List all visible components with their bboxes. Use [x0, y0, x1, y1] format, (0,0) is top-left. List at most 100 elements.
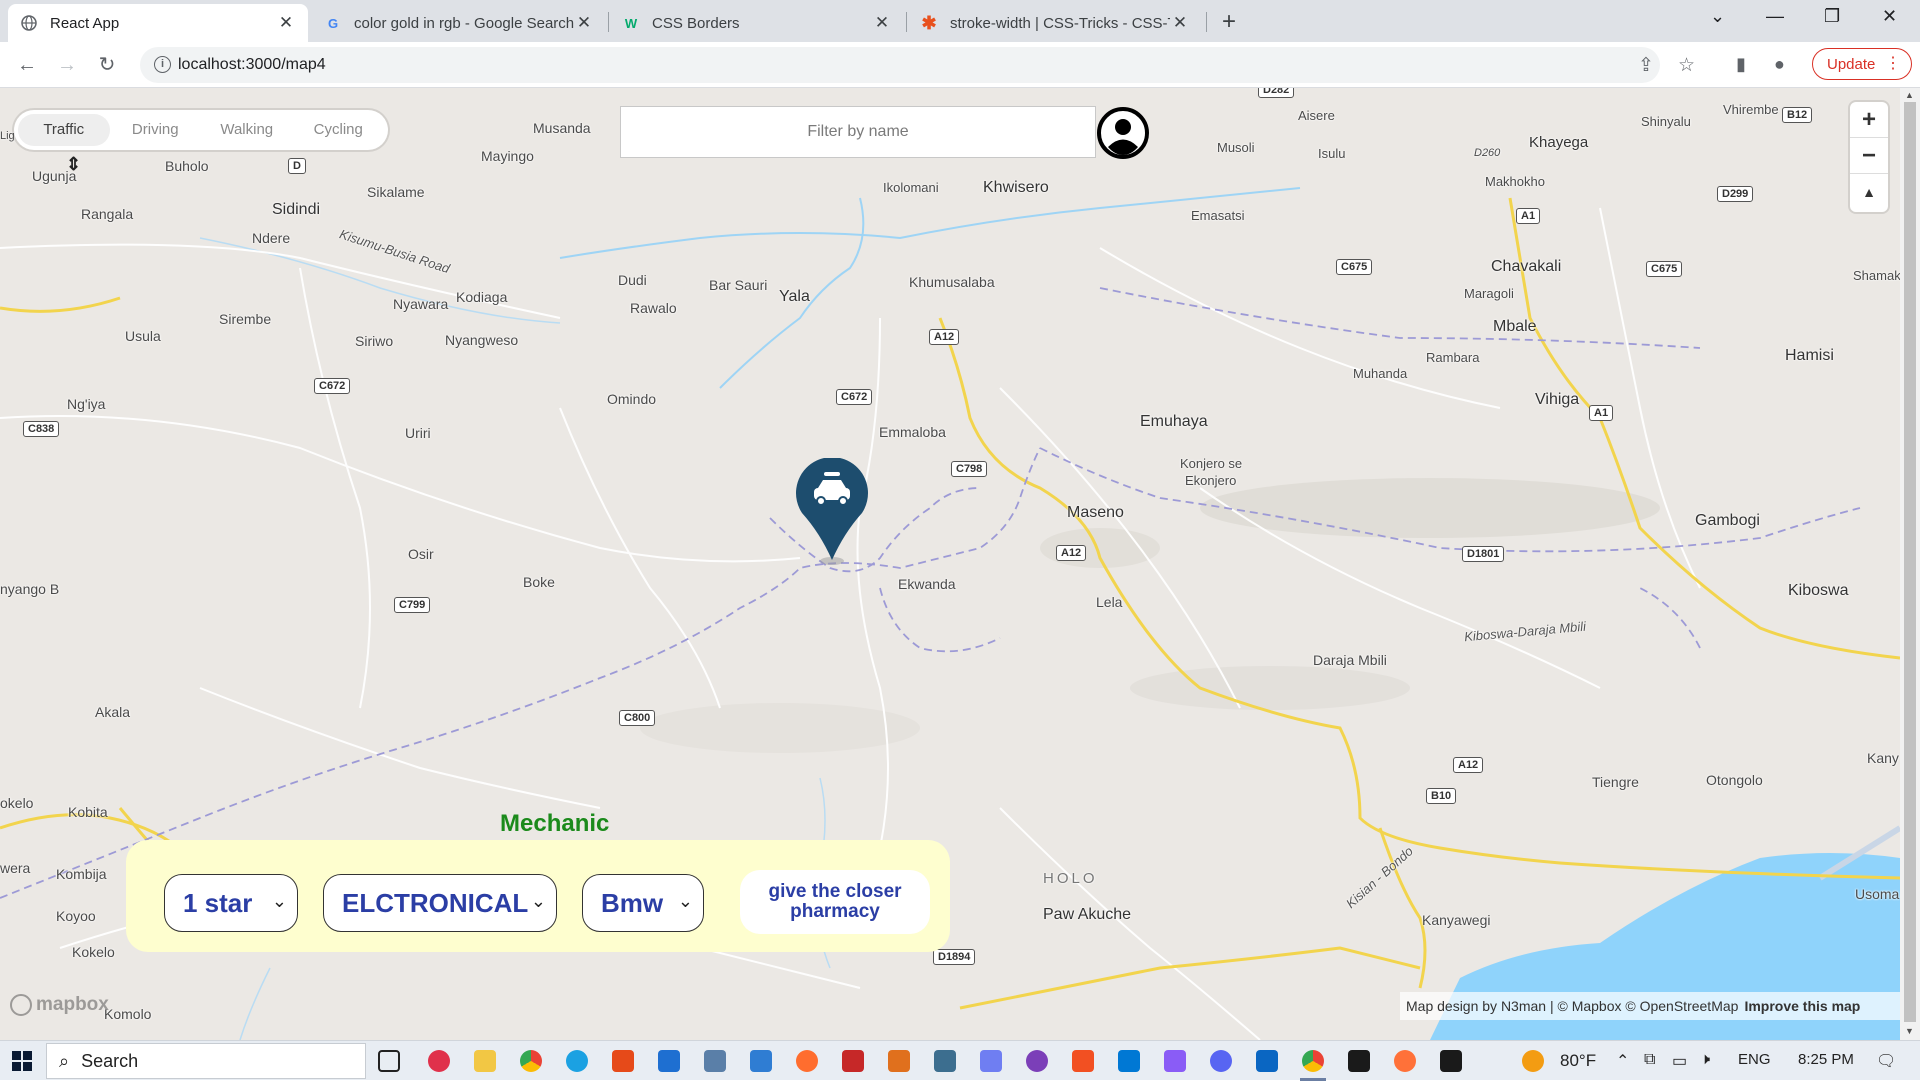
notifications-icon[interactable]: 🗨: [1876, 1051, 1896, 1071]
figma-icon[interactable]: [1348, 1050, 1370, 1072]
w3schools-icon: W: [624, 15, 638, 31]
show-hidden-icons-icon[interactable]: ⌃: [1616, 1051, 1629, 1071]
road-shield: D299: [1717, 186, 1754, 202]
mail-icon[interactable]: [658, 1050, 680, 1072]
close-tab-icon[interactable]: ✕: [872, 13, 892, 33]
postman-icon[interactable]: [796, 1050, 818, 1072]
app-icon[interactable]: [1026, 1050, 1048, 1072]
close-window-icon[interactable]: ✕: [1882, 6, 1897, 27]
volume-muted-icon[interactable]: 🕨: [1700, 1051, 1710, 1069]
share-icon[interactable]: ⇪: [1638, 54, 1654, 77]
filter-by-name-input[interactable]: [620, 106, 1096, 158]
vscode-icon[interactable]: [1118, 1050, 1140, 1072]
network-icon[interactable]: ⧉: [1644, 1051, 1655, 1069]
scroll-up-icon[interactable]: ▲: [1905, 90, 1914, 100]
app-icon[interactable]: [428, 1050, 450, 1072]
map-label: Siriwo: [355, 333, 394, 349]
category-select[interactable]: ELCTRONICAL ⌄: [323, 874, 557, 932]
mapbox-logo-icon: [10, 994, 32, 1016]
tab-react-app[interactable]: React App ✕: [8, 4, 308, 42]
panel-title: Mechanic: [500, 810, 610, 837]
side-panel-icon[interactable]: ▮: [1736, 54, 1746, 75]
rating-select[interactable]: 1 star ⌄: [164, 874, 298, 932]
user-account-icon[interactable]: [1096, 106, 1150, 160]
tab-divider: [1206, 12, 1207, 32]
new-tab-icon[interactable]: +: [1222, 8, 1236, 36]
rating-value: 1 star: [183, 887, 253, 918]
close-tab-icon[interactable]: ✕: [574, 13, 594, 33]
temperature[interactable]: 80°F: [1560, 1051, 1596, 1071]
battery-icon[interactable]: ▭: [1672, 1051, 1687, 1071]
language-indicator[interactable]: ENG: [1738, 1051, 1771, 1068]
scroll-down-icon[interactable]: ▼: [1905, 1026, 1914, 1036]
mechanic-map-pin-icon[interactable]: [790, 458, 874, 568]
tab-google-search[interactable]: G color gold in rgb - Google Search ✕: [312, 4, 606, 42]
mode-cycling[interactable]: Cycling: [293, 114, 385, 146]
road-shield: A1: [1589, 405, 1614, 421]
map-label: Khwisero: [983, 179, 1049, 196]
clock[interactable]: 8:25 PM: [1798, 1051, 1854, 1068]
firefox-icon[interactable]: [1394, 1050, 1416, 1072]
weather-icon[interactable]: [1522, 1050, 1544, 1072]
edge-icon[interactable]: [566, 1050, 588, 1072]
map-label: Hamisi: [1785, 347, 1834, 364]
mode-walking[interactable]: Walking: [201, 114, 293, 146]
update-button[interactable]: Update ⋮: [1812, 48, 1912, 80]
app-icon[interactable]: [842, 1050, 864, 1072]
reload-icon[interactable]: ↻: [92, 50, 122, 80]
windows-start-icon[interactable]: [12, 1051, 32, 1071]
discord-icon[interactable]: [1210, 1050, 1232, 1072]
terminal-icon[interactable]: [1440, 1050, 1462, 1072]
address-bar[interactable]: i localhost:3000/map4 ⇪ ☆: [140, 47, 1695, 83]
app-icon[interactable]: [1164, 1050, 1186, 1072]
brand-select[interactable]: Bmw ⌄: [582, 874, 704, 932]
chrome-icon[interactable]: [1302, 1050, 1324, 1072]
closer-pharmacy-button[interactable]: give the closer pharmacy: [740, 870, 930, 934]
menu-dots-icon[interactable]: ⋮: [1885, 53, 1901, 73]
photos-icon[interactable]: [704, 1050, 726, 1072]
close-tab-icon[interactable]: ✕: [276, 13, 296, 33]
file-explorer-icon[interactable]: [474, 1050, 496, 1072]
app-icon[interactable]: [1256, 1050, 1278, 1072]
map-label: Rangala: [81, 206, 134, 222]
map-label: Usoma: [1855, 886, 1900, 902]
chrome-icon[interactable]: [520, 1050, 542, 1072]
app-icon[interactable]: [1072, 1050, 1094, 1072]
resize-vertical-icon[interactable]: ⇕: [66, 154, 81, 175]
page-scrollbar[interactable]: ▲ ▼: [1900, 88, 1920, 1040]
restore-icon[interactable]: ❐: [1824, 6, 1840, 27]
site-info-icon[interactable]: i: [154, 56, 171, 73]
compass-icon[interactable]: ▲: [1850, 174, 1888, 210]
back-icon[interactable]: ←: [12, 50, 42, 80]
minimize-icon[interactable]: —: [1766, 6, 1784, 27]
mapbox-logo[interactable]: mapbox: [10, 994, 109, 1016]
tab-title: React App: [50, 14, 120, 32]
sublime-icon[interactable]: [888, 1050, 910, 1072]
forward-icon[interactable]: →: [52, 50, 82, 80]
map-viewport[interactable]: Musanda Mayingo Buholo Ugunja Sidindi Si…: [0, 88, 1900, 1040]
zoom-out-icon[interactable]: −: [1850, 138, 1888, 174]
bookmark-star-icon[interactable]: ☆: [1678, 54, 1695, 77]
attribution-text[interactable]: Map design by N3man | © Mapbox © OpenStr…: [1406, 998, 1738, 1014]
improve-map-link[interactable]: Improve this map: [1744, 998, 1860, 1014]
taskbar-search[interactable]: ⌕ Search: [46, 1043, 366, 1079]
tab-css-borders[interactable]: W CSS Borders ✕: [610, 4, 904, 42]
map-label: Kombija: [56, 866, 107, 882]
scrollbar-thumb[interactable]: [1904, 102, 1916, 1022]
app-icon[interactable]: [934, 1050, 956, 1072]
close-tab-icon[interactable]: ✕: [1170, 13, 1190, 33]
task-view-icon[interactable]: [378, 1050, 400, 1072]
mode-driving[interactable]: Driving: [110, 114, 202, 146]
zoom-in-icon[interactable]: +: [1850, 102, 1888, 138]
map-label: Kobita: [68, 804, 108, 820]
tab-stroke-width[interactable]: ✱ stroke-width | CSS-Tricks - CSS-Tricks…: [908, 4, 1202, 42]
app-icon[interactable]: [980, 1050, 1002, 1072]
profile-icon[interactable]: ●: [1774, 54, 1785, 75]
map-label: Maseno: [1067, 504, 1124, 521]
url-text[interactable]: localhost:3000/map4: [178, 56, 326, 74]
mode-traffic[interactable]: Traffic: [18, 114, 110, 146]
tab-search-icon[interactable]: ⌄: [1710, 6, 1725, 27]
office-icon[interactable]: [612, 1050, 634, 1072]
map-label: Makhokho: [1485, 174, 1545, 189]
app-icon[interactable]: [750, 1050, 772, 1072]
